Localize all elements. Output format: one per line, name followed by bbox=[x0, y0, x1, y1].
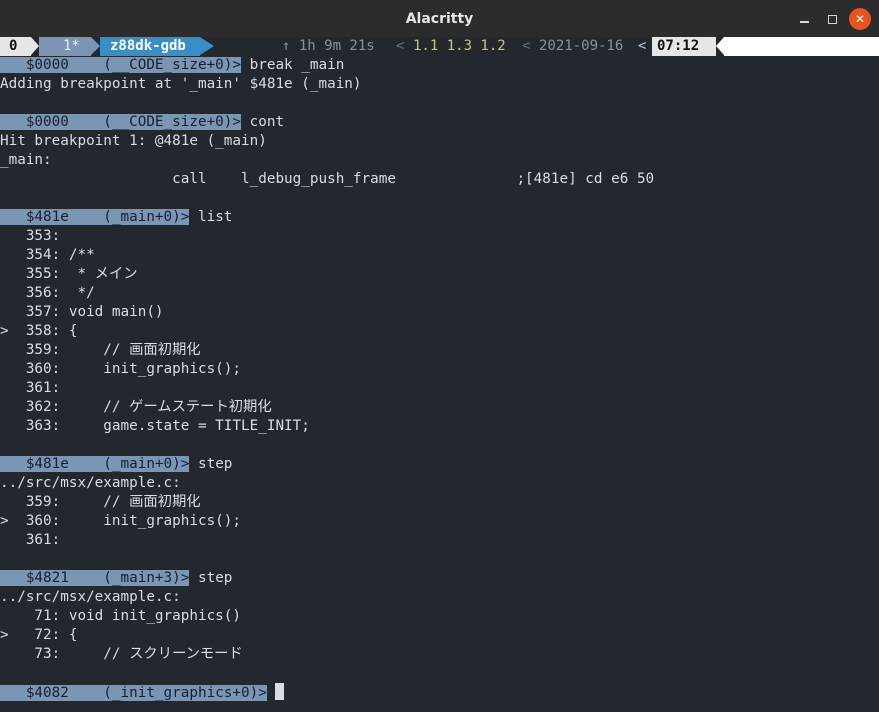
output-text: 354: /** bbox=[0, 247, 95, 263]
pane-indicator[interactable]: 1* bbox=[39, 37, 91, 56]
gdb-prompt: $0000 (__CODE_size+0)> bbox=[0, 57, 242, 73]
output-line: > 72: { bbox=[0, 626, 879, 645]
minimize-icon bbox=[799, 21, 809, 23]
output-text: Adding breakpoint at '_main' $481e (_mai… bbox=[0, 76, 362, 92]
window-index[interactable]: 0 bbox=[0, 37, 31, 56]
output-text: 361: bbox=[0, 532, 61, 548]
output-line: 353: bbox=[0, 227, 879, 246]
prompt-line: $4821 (_main+3)> step bbox=[0, 569, 879, 588]
command-text: cont bbox=[241, 114, 285, 130]
terminal-window: Alacritty ✕ 0 1* z88dk-gdb ↑ 1h 9m 21s <… bbox=[0, 0, 879, 712]
date: 2021-09-16 bbox=[539, 38, 624, 54]
output-line: 359: // 画面初期化 bbox=[0, 341, 879, 360]
output-line: Adding breakpoint at '_main' $481e (_mai… bbox=[0, 75, 879, 94]
output-line: ../src/msx/example.c: bbox=[0, 588, 879, 607]
close-button[interactable]: ✕ bbox=[849, 8, 871, 30]
output-line: 355: * メイン bbox=[0, 265, 879, 284]
session-name[interactable]: z88dk-gdb bbox=[100, 37, 200, 56]
uptime: ↑ 1h 9m 21s bbox=[282, 38, 375, 54]
gdb-prompt: $0000 (__CODE_size+0)> bbox=[0, 114, 242, 130]
output-text: 362: // ゲームステート初期化 bbox=[0, 399, 272, 415]
window-title: Alacritty bbox=[405, 10, 474, 27]
output-text: 71: void init_graphics() bbox=[0, 608, 242, 624]
prompt-line: $4082 (_init_graphics+0)> bbox=[0, 683, 879, 702]
output-text: > 72: { bbox=[0, 627, 78, 643]
output-text: > 360: init_graphics(); bbox=[0, 513, 242, 529]
output-text: 353: bbox=[0, 228, 61, 244]
output-line: ../src/msx/example.c: bbox=[0, 474, 879, 493]
prompt-line: $481e (_main+0)> list bbox=[0, 208, 879, 227]
output-line: Hit breakpoint 1: @481e (_main) bbox=[0, 132, 879, 151]
prompt-line: $0000 (__CODE_size+0)> break _main bbox=[0, 56, 879, 75]
output-line: _main: bbox=[0, 151, 879, 170]
output-text: 356: */ bbox=[0, 285, 95, 301]
title-bar[interactable]: Alacritty ✕ bbox=[0, 0, 879, 37]
terminal-output[interactable]: $0000 (__CODE_size+0)> break _main Adding… bbox=[0, 56, 879, 712]
separator-chevron-icon: < bbox=[396, 38, 405, 54]
maximize-button[interactable] bbox=[821, 8, 843, 30]
output-line: > 358: { bbox=[0, 322, 879, 341]
output-text: 357: void main() bbox=[0, 304, 164, 320]
output-text: Hit breakpoint 1: @481e (_main) bbox=[0, 133, 267, 149]
powerline-arrow-icon bbox=[31, 37, 39, 55]
gdb-prompt: $4821 (_main+3)> bbox=[0, 570, 190, 586]
powerline-arrow-icon bbox=[716, 37, 724, 55]
output-line: 356: */ bbox=[0, 284, 879, 303]
output-text: 73: // スクリーンモード bbox=[0, 646, 243, 662]
close-icon: ✕ bbox=[854, 12, 866, 26]
output-line: 363: game.state = TITLE_INIT; bbox=[0, 417, 879, 436]
command-text bbox=[267, 685, 276, 701]
output-text: call l_debug_push_frame ;[481e] cd e6 50 bbox=[0, 171, 655, 187]
output-text: 361: bbox=[0, 380, 61, 396]
clock: 07:12 bbox=[652, 37, 716, 56]
output-text: 355: * メイン bbox=[0, 266, 138, 282]
tmux-status-bar: 0 1* z88dk-gdb ↑ 1h 9m 21s < 1.1 1.3 1.2… bbox=[0, 37, 879, 73]
output-line: 361: bbox=[0, 531, 879, 550]
prompt-line: $481e (_main+0)> step bbox=[0, 455, 879, 474]
output-text: 363: game.state = TITLE_INIT; bbox=[0, 418, 310, 434]
maximize-icon bbox=[827, 14, 837, 24]
command-text: list bbox=[189, 209, 233, 225]
prompt-line: $0000 (__CODE_size+0)> cont bbox=[0, 113, 879, 132]
output-line: 73: // スクリーンモード bbox=[0, 645, 879, 664]
load-average: 1.1 1.3 1.2 bbox=[413, 38, 506, 54]
powerline-arrow-icon bbox=[200, 37, 214, 55]
output-line: 361: bbox=[0, 379, 879, 398]
output-text: > 358: { bbox=[0, 323, 78, 339]
hostname-badge: 🔒thinkpad-p14s bbox=[724, 37, 879, 73]
gdb-prompt: $4082 (_init_graphics+0)> bbox=[0, 685, 267, 701]
output-line: call l_debug_push_frame ;[481e] cd e6 50 bbox=[0, 170, 879, 189]
output-text: _main: bbox=[0, 152, 52, 168]
window-controls: ✕ bbox=[793, 8, 871, 30]
minimize-button[interactable] bbox=[793, 8, 815, 30]
output-text: 359: // 画面初期化 bbox=[0, 342, 201, 358]
command-text: step bbox=[189, 570, 233, 586]
output-line: 354: /** bbox=[0, 246, 879, 265]
output-line: 360: init_graphics(); bbox=[0, 360, 879, 379]
text-cursor[interactable] bbox=[275, 683, 285, 700]
output-line: 362: // ゲームステート初期化 bbox=[0, 398, 879, 417]
gdb-prompt: $481e (_main+0)> bbox=[0, 456, 190, 472]
output-line: > 360: init_graphics(); bbox=[0, 512, 879, 531]
command-text: break _main bbox=[241, 57, 345, 73]
output-text: 359: // 画面初期化 bbox=[0, 494, 201, 510]
output-text: ../src/msx/example.c: bbox=[0, 589, 181, 605]
command-text: step bbox=[189, 456, 233, 472]
powerline-arrow-icon bbox=[91, 37, 100, 55]
separator-chevron-icon: < bbox=[638, 38, 647, 54]
separator-chevron-icon: < bbox=[522, 38, 531, 54]
output-line: 357: void main() bbox=[0, 303, 879, 322]
gdb-prompt: $481e (_main+0)> bbox=[0, 209, 190, 225]
output-text: 360: init_graphics(); bbox=[0, 361, 242, 377]
output-line: 359: // 画面初期化 bbox=[0, 493, 879, 512]
output-text: ../src/msx/example.c: bbox=[0, 475, 181, 491]
output-line: 71: void init_graphics() bbox=[0, 607, 879, 626]
